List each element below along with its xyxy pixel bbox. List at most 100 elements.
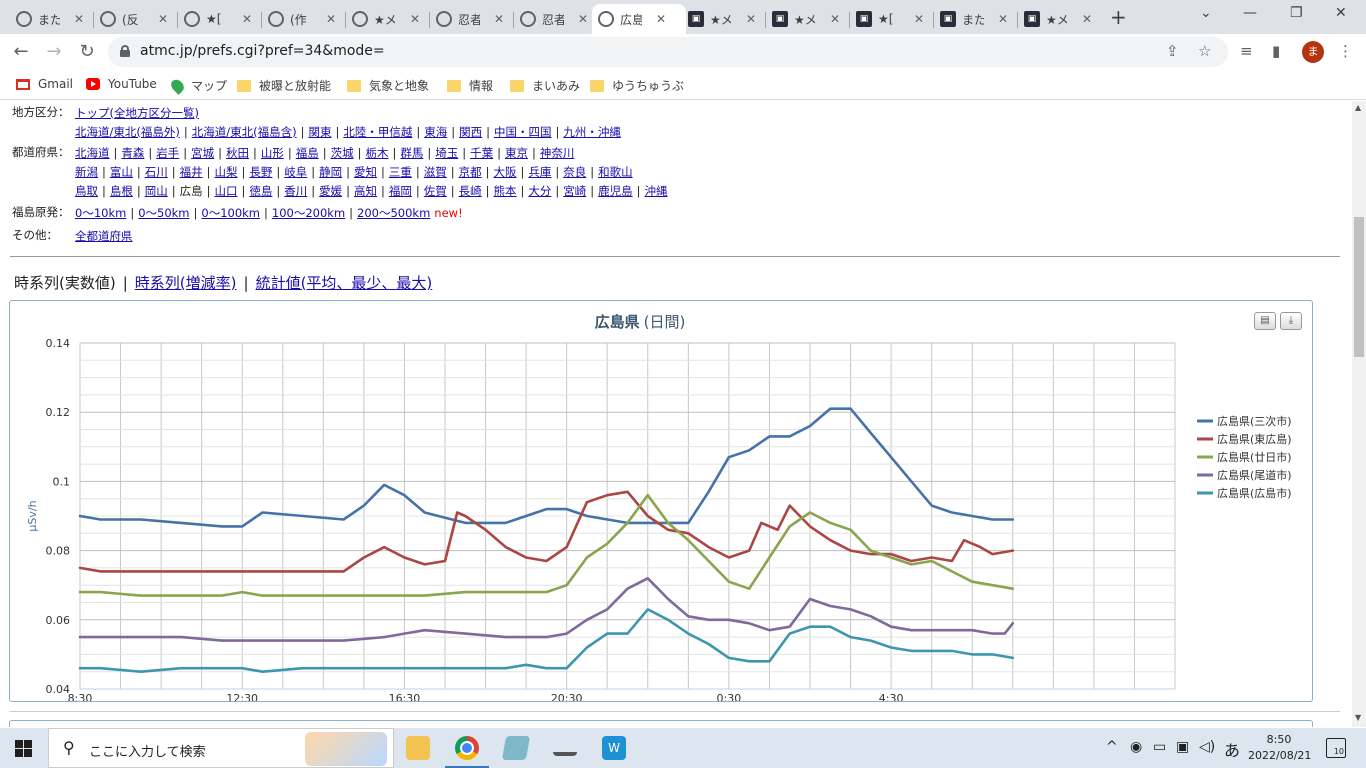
nav-link[interactable]: 茨城 — [331, 146, 354, 160]
browser-tab[interactable]: ★[✕ — [178, 4, 262, 34]
nav-link[interactable]: 愛媛 — [319, 184, 342, 198]
tab-close-icon[interactable]: ✕ — [74, 12, 84, 26]
nav-link[interactable]: 岡山 — [145, 184, 168, 198]
nav-link[interactable]: 青森 — [121, 146, 144, 160]
nav-link[interactable]: 宮城 — [191, 146, 214, 160]
nav-link[interactable]: 長崎 — [459, 184, 482, 198]
nav-link[interactable]: 新潟 — [75, 165, 98, 179]
nav-link[interactable]: 神奈川 — [540, 146, 575, 160]
nav-link[interactable]: 群馬 — [400, 146, 423, 160]
nav-link[interactable]: 岐阜 — [284, 165, 307, 179]
nav-link[interactable]: 全都道府県 — [75, 229, 133, 243]
nav-link[interactable]: 北海道/東北(福島外) — [75, 125, 180, 139]
nav-link[interactable]: 九州・沖縄 — [563, 125, 621, 139]
browser-tab[interactable]: ▣ また ✕ — [934, 4, 1018, 34]
nav-link[interactable]: 北陸・甲信越 — [343, 125, 412, 139]
nav-link[interactable]: 200〜500km — [357, 206, 430, 220]
nav-link[interactable]: 島根 — [110, 184, 133, 198]
writer-app-icon[interactable]: W — [602, 736, 626, 760]
volume-icon[interactable]: ◁) — [1199, 739, 1215, 755]
nav-link[interactable]: 石川 — [145, 165, 168, 179]
nav-link[interactable]: 北海道/東北(福島含) — [192, 125, 297, 139]
print-icon[interactable]: ▤ — [1254, 312, 1276, 330]
tab-close-icon[interactable]: ✕ — [158, 12, 168, 26]
tab-close-icon[interactable]: ✕ — [914, 12, 924, 26]
view-tab[interactable]: 統計値(平均、最少、最大) — [256, 274, 433, 292]
nav-link[interactable]: 兵庫 — [528, 165, 551, 179]
tab-close-icon[interactable]: ✕ — [494, 12, 504, 26]
app-icon[interactable] — [553, 742, 577, 756]
nav-link[interactable]: 中国・四国 — [494, 125, 552, 139]
bookmark-item[interactable]: マップ — [168, 76, 227, 95]
tab-close-icon[interactable]: ✕ — [410, 12, 420, 26]
nav-link[interactable]: 三重 — [389, 165, 412, 179]
nav-link[interactable]: 沖縄 — [645, 184, 668, 198]
file-explorer-icon[interactable] — [406, 736, 430, 760]
nav-link[interactable]: 静岡 — [319, 165, 342, 179]
new-tab-button[interactable]: + — [1110, 5, 1127, 29]
browser-tab[interactable]: 忍者 ✕ — [430, 4, 514, 34]
forward-arrow-icon[interactable]: → — [42, 40, 66, 64]
nav-link[interactable]: 山形 — [261, 146, 284, 160]
browser-tab[interactable]: ▣ ★メ ✕ — [1018, 4, 1102, 34]
nav-link[interactable]: 0〜100km — [201, 206, 260, 220]
tab-close-icon[interactable]: ✕ — [242, 12, 252, 26]
browser-tab[interactable]: ★メ ✕ — [346, 4, 430, 34]
nav-link[interactable]: 京都 — [459, 165, 482, 179]
browser-tab[interactable]: 忍者 ✕ — [514, 4, 598, 34]
browser-tab[interactable]: ▣ ★メ ✕ — [766, 4, 850, 34]
notification-icon[interactable]: 10 — [1326, 738, 1346, 758]
tab-close-icon[interactable]: ✕ — [1082, 12, 1092, 26]
bookmark-item[interactable]: YouTube — [86, 77, 157, 91]
nav-link[interactable]: 千葉 — [470, 146, 493, 160]
tray-overflow-icon[interactable]: ^ — [1106, 739, 1118, 755]
nav-link[interactable]: 鹿児島 — [598, 184, 633, 198]
tab-search-icon[interactable]: ⌄ — [1200, 5, 1212, 21]
browser-tab[interactable]: ▣ ★[✕ — [850, 4, 934, 34]
nav-link[interactable]: 大阪 — [494, 165, 517, 179]
menu-kebab-icon[interactable]: ⋮ — [1338, 42, 1353, 60]
side-panel-icon[interactable]: ▮ — [1272, 42, 1280, 60]
nav-link[interactable]: 鳥取 — [75, 184, 98, 198]
bookmark-item[interactable]: まいあみ — [510, 77, 580, 94]
bookmark-item[interactable]: 情報 — [447, 77, 493, 94]
nav-link[interactable]: 奈良 — [563, 165, 586, 179]
nav-link[interactable]: 0〜10km — [75, 206, 126, 220]
nav-link[interactable]: 山梨 — [215, 165, 238, 179]
download-icon[interactable]: ⤓ — [1280, 312, 1302, 330]
nav-link[interactable]: 東海 — [424, 125, 447, 139]
nav-link[interactable]: 滋賀 — [424, 165, 447, 179]
browser-tab[interactable]: また ✕ — [10, 4, 94, 34]
minimize-button[interactable]: — — [1243, 5, 1257, 21]
nav-link[interactable]: 高知 — [354, 184, 377, 198]
scroll-up-icon[interactable]: ▲ — [1355, 103, 1361, 112]
nav-link[interactable]: 関東 — [308, 125, 331, 139]
browser-tab[interactable]: (反 ✕ — [94, 4, 178, 34]
scrollbar-thumb[interactable] — [1354, 217, 1364, 357]
tab-close-icon[interactable]: ✕ — [746, 12, 756, 26]
browser-tab[interactable]: ▣ ★メ ✕ — [682, 4, 766, 34]
nav-link[interactable]: 大分 — [528, 184, 551, 198]
back-arrow-icon[interactable]: ← — [9, 40, 33, 64]
scroll-down-icon[interactable]: ▼ — [1355, 713, 1361, 722]
ime-indicator[interactable]: あ — [1224, 737, 1240, 761]
bookmark-item[interactable]: Gmail — [16, 77, 73, 91]
bookmark-item[interactable]: 被曝と放射能 — [237, 77, 331, 94]
nav-link[interactable]: 徳島 — [249, 184, 272, 198]
tab-close-icon[interactable]: ✕ — [578, 12, 588, 26]
tab-close-icon[interactable]: ✕ — [998, 12, 1008, 26]
tab-close-icon[interactable]: ✕ — [656, 12, 666, 26]
taskbar-search[interactable]: ⚲ ここに入力して検索 — [48, 728, 394, 768]
nav-link[interactable]: 山口 — [215, 184, 238, 198]
bookmark-item[interactable]: 気象と地象 — [347, 77, 429, 94]
nav-link[interactable]: 佐賀 — [424, 184, 447, 198]
nav-link[interactable]: 熊本 — [494, 184, 517, 198]
chrome-icon[interactable] — [445, 736, 489, 768]
nav-link[interactable]: 東京 — [505, 146, 528, 160]
clock[interactable]: 8:50 2022/08/21 — [1248, 732, 1311, 764]
address-bar[interactable]: atmc.jp/prefs.cgi?pref=34&mode= ⇪ ☆ — [108, 37, 1228, 67]
nav-link[interactable]: 宮崎 — [563, 184, 586, 198]
battery-icon[interactable]: ▭ — [1153, 739, 1166, 755]
nav-link[interactable]: 和歌山 — [598, 165, 633, 179]
bookmark-star-icon[interactable]: ☆ — [1198, 42, 1211, 60]
